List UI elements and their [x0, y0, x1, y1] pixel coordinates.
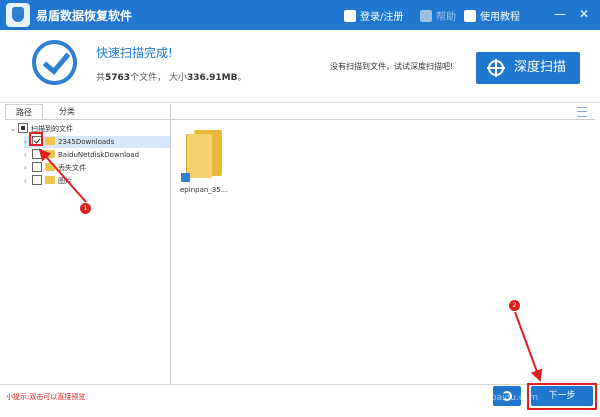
- footer-hint: 小提示:双击可以直接预览: [6, 393, 86, 401]
- checkbox-lost-files[interactable]: [32, 162, 42, 172]
- tree-item-baidunetdisk[interactable]: › BaiduNetdiskDownload: [24, 149, 139, 161]
- checkbox-root[interactable]: [18, 123, 28, 133]
- help-label: 帮助: [436, 12, 456, 23]
- folder-icon: [45, 163, 55, 171]
- file-content-pane: [171, 120, 595, 384]
- scan-summary: 共5763个文件， 大小336.91MB。: [96, 70, 247, 83]
- tree-item-2345downloads[interactable]: › 2345Downloads: [24, 136, 170, 148]
- expand-icon[interactable]: ›: [24, 175, 30, 187]
- tree-item-label: BaiduNetdiskDownload: [58, 151, 140, 159]
- total-size: 336.91MB: [186, 73, 238, 83]
- folder-tree-pane: 路径 分类 ⌄ 扫描到的文件 › 2345Downloads › BaiduNetdi…: [5, 104, 595, 384]
- folder-icon: [45, 150, 55, 158]
- scan-complete-title: 快速扫描完成!: [96, 46, 173, 60]
- tree-item-label: 丢失文件: [58, 164, 86, 172]
- app-title: 易盾数据恢复软件: [36, 9, 133, 23]
- collapse-icon[interactable]: ⌄: [10, 123, 16, 135]
- view-tabs: 路径 分类: [5, 104, 595, 120]
- title-bar: 易盾数据恢复软件 登录/注册 帮助 使用教程 — ✕: [0, 0, 600, 30]
- annotation-highlight-checkbox: [29, 132, 43, 146]
- scan-status-panel: 快速扫描完成! 共5763个文件， 大小336.91MB。 没有扫描到文件，试试…: [0, 30, 600, 103]
- tutorial-label: 使用教程: [480, 12, 520, 23]
- login-label: 登录/注册: [360, 12, 404, 23]
- close-button[interactable]: ✕: [578, 8, 590, 20]
- help-icon: [420, 10, 432, 22]
- book-icon: [464, 10, 476, 22]
- user-icon: [344, 10, 356, 22]
- file-thumbnail[interactable]: epinpan_35...: [180, 126, 232, 196]
- folder-icon: [45, 176, 55, 184]
- summary-end: 。: [237, 73, 247, 83]
- tree-item-label: 2345Downloads: [58, 138, 115, 146]
- checkbox-pictures[interactable]: [32, 175, 42, 185]
- crosshair-icon: [487, 59, 505, 77]
- summary-mid: 个文件， 大小: [130, 73, 187, 83]
- tree-item-label: 图片: [58, 177, 72, 185]
- check-circle-icon: [32, 40, 77, 85]
- folder-icon: [45, 137, 55, 145]
- app-logo-icon: [6, 3, 30, 27]
- file-name: epinpan_35...: [180, 186, 228, 194]
- deep-scan-label: 深度扫描: [514, 60, 567, 75]
- tree-item-pictures[interactable]: › 图片: [24, 175, 72, 187]
- folder-icon: [186, 130, 222, 178]
- help-button[interactable]: 帮助: [420, 8, 456, 23]
- file-count: 5763: [105, 73, 131, 83]
- summary-prefix: 共: [96, 73, 106, 83]
- minimize-button[interactable]: —: [554, 8, 566, 20]
- tab-path[interactable]: 路径: [5, 104, 43, 119]
- login-button[interactable]: 登录/注册: [344, 8, 403, 23]
- tutorial-button[interactable]: 使用教程: [464, 8, 520, 23]
- back-button[interactable]: [493, 386, 521, 406]
- annotation-badge-2: 2: [509, 300, 520, 311]
- expand-icon[interactable]: ›: [24, 162, 30, 174]
- annotation-badge-1: 1: [80, 203, 91, 214]
- footer-divider: [0, 384, 600, 385]
- tree-item-lost-files[interactable]: › 丢失文件: [24, 162, 86, 174]
- tab-category[interactable]: 分类: [49, 104, 85, 119]
- annotation-highlight-next: [527, 383, 597, 410]
- deep-scan-button[interactable]: 深度扫描: [476, 52, 580, 84]
- list-view-icon[interactable]: [577, 107, 587, 117]
- expand-icon[interactable]: ›: [24, 149, 30, 161]
- deep-scan-hint: 没有扫描到文件，试试深度扫描吧!: [330, 62, 454, 71]
- file-checkbox[interactable]: [181, 173, 190, 182]
- checkbox-baidunetdisk[interactable]: [32, 149, 42, 159]
